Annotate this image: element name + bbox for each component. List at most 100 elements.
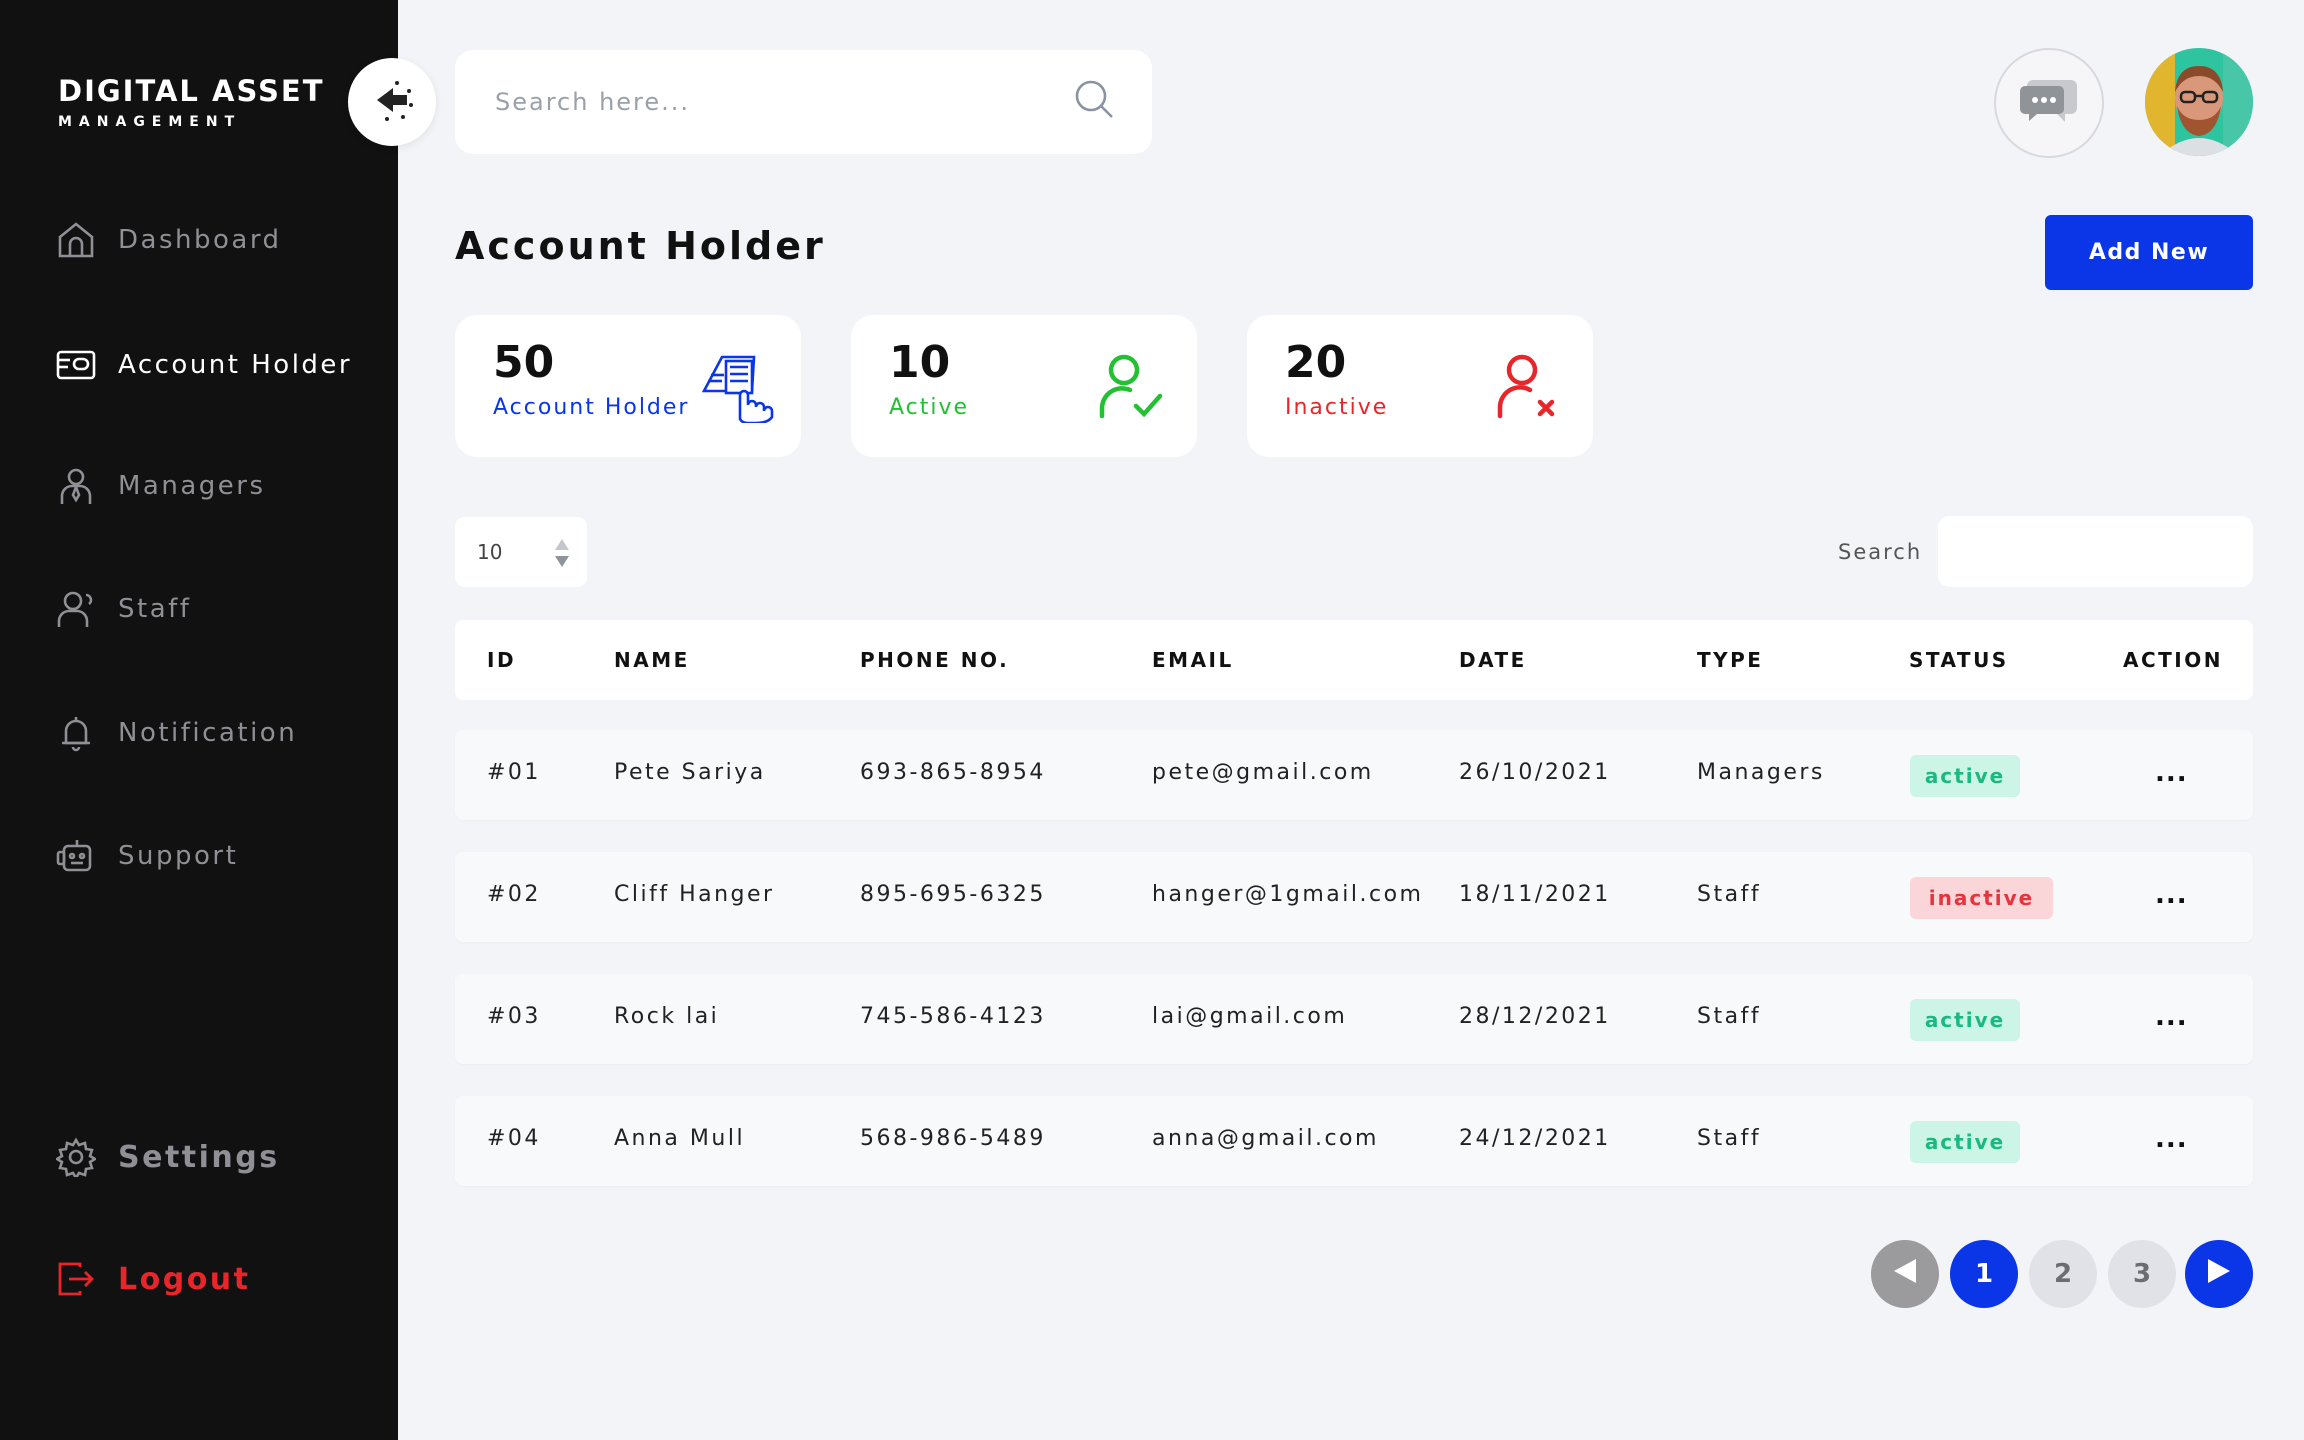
cell-type: Staff [1697, 882, 1762, 907]
brand-subtitle: MANAGEMENT [58, 114, 242, 130]
global-search [455, 50, 1152, 154]
table-row[interactable]: #01 Pete Sariya 693-865-8954 pete@gmail.… [455, 730, 2253, 820]
sidebar-item-staff[interactable]: Staff [56, 589, 191, 629]
cell-type: Staff [1697, 1004, 1762, 1029]
arrow-left-icon [1892, 1257, 1918, 1292]
status-badge: inactive [1910, 877, 2053, 919]
sidebar-item-account-holder[interactable]: Account Holder [56, 345, 352, 385]
logout-icon [56, 1259, 96, 1299]
brand-title: DIGITAL ASSET [58, 74, 325, 108]
cell-date: 28/12/2021 [1459, 1004, 1611, 1029]
card-icon [56, 345, 96, 385]
column-header-email[interactable]: EMAIL [1152, 648, 1234, 672]
status-badge: active [1910, 999, 2020, 1041]
cell-email: hanger@1gmail.com [1152, 882, 1424, 907]
cell-email: pete@gmail.com [1152, 760, 1374, 785]
stat-value: 10 [889, 337, 951, 388]
sidebar-item-dashboard[interactable]: Dashboard [56, 220, 282, 260]
cell-email: lai@gmail.com [1152, 1004, 1348, 1029]
table-header: ID NAME PHONE NO. EMAIL DATE TYPE STATUS… [455, 620, 2253, 700]
chat-icon [2019, 74, 2079, 132]
logout-label: Logout [118, 1261, 251, 1297]
select-arrows-icon [553, 537, 571, 574]
settings-label: Settings [118, 1139, 280, 1175]
manager-icon [56, 466, 96, 506]
search-input[interactable] [495, 88, 1074, 116]
page-button-3[interactable]: 3 [2108, 1240, 2176, 1308]
cell-type: Staff [1697, 1126, 1762, 1151]
table-row[interactable]: #03 Rock lai 745-586-4123 lai@gmail.com … [455, 974, 2253, 1064]
brand-logo: DIGITAL ASSET MANAGEMENT [58, 74, 325, 130]
stat-card-account-holder[interactable]: 50 Account Holder [455, 315, 801, 457]
sidebar-item-label: Managers [118, 471, 266, 501]
cell-date: 24/12/2021 [1459, 1126, 1611, 1151]
sidebar-item-support[interactable]: Support [56, 836, 238, 876]
sidebar-item-label: Notification [118, 718, 298, 748]
sidebar-item-label: Account Holder [118, 350, 353, 380]
row-action-menu[interactable]: ... [2155, 880, 2188, 910]
status-badge: active [1910, 755, 2020, 797]
table-row[interactable]: #02 Cliff Hanger 895-695-6325 hanger@1gm… [455, 852, 2253, 942]
user-x-icon [1487, 347, 1567, 427]
cell-id: #04 [487, 1126, 541, 1151]
page-button-2[interactable]: 2 [2029, 1240, 2097, 1308]
account-holder-icon [695, 347, 775, 427]
sidebar-toggle-button[interactable] [348, 58, 436, 146]
row-action-menu[interactable]: ... [2155, 1124, 2188, 1154]
staff-icon [56, 589, 96, 629]
avatar[interactable] [2145, 48, 2253, 156]
column-header-action[interactable]: ACTION [2123, 648, 2223, 672]
sidebar-item-label: Staff [118, 594, 192, 624]
table-row[interactable]: #04 Anna Mull 568-986-5489 anna@gmail.co… [455, 1096, 2253, 1186]
add-new-button[interactable]: Add New [2045, 215, 2253, 290]
sidebar-item-managers[interactable]: Managers [56, 466, 266, 506]
cell-type: Managers [1697, 760, 1825, 785]
sidebar: DIGITAL ASSET MANAGEMENT Dashboard Accou… [0, 0, 398, 1440]
chat-button[interactable] [1994, 48, 2104, 158]
column-header-date[interactable]: DATE [1459, 648, 1527, 672]
sidebar-item-label: Support [118, 841, 239, 871]
cell-name: Anna Mull [614, 1126, 746, 1151]
table-search-label: Search [1838, 540, 1923, 564]
cell-email: anna@gmail.com [1152, 1126, 1379, 1151]
column-header-name[interactable]: NAME [614, 648, 690, 672]
cell-date: 26/10/2021 [1459, 760, 1611, 785]
column-header-type[interactable]: TYPE [1697, 648, 1763, 672]
page-title: Account Holder [455, 224, 826, 268]
cell-phone: 693-865-8954 [860, 760, 1046, 785]
cell-id: #02 [487, 882, 541, 907]
row-action-menu[interactable]: ... [2155, 758, 2188, 788]
column-header-phone[interactable]: PHONE NO. [860, 648, 1009, 672]
prev-page-button[interactable] [1871, 1240, 1939, 1308]
next-page-button[interactable] [2185, 1240, 2253, 1308]
page-button-1[interactable]: 1 [1950, 1240, 2018, 1308]
stat-card-active[interactable]: 10 Active [851, 315, 1197, 457]
cell-name: Cliff Hanger [614, 882, 775, 907]
stat-label: Account Holder [493, 395, 690, 420]
page-length-value: 10 [477, 540, 503, 564]
row-action-menu[interactable]: ... [2155, 1002, 2188, 1032]
stat-label: Active [889, 395, 970, 420]
stat-value: 50 [493, 337, 555, 388]
home-icon [56, 220, 96, 260]
sidebar-item-settings[interactable]: Settings [56, 1137, 280, 1177]
column-header-id[interactable]: ID [487, 648, 516, 672]
column-header-status[interactable]: STATUS [1909, 648, 2009, 672]
cell-name: Pete Sariya [614, 760, 766, 785]
cell-id: #01 [487, 760, 541, 785]
user-check-icon [1091, 347, 1171, 427]
support-icon [56, 836, 96, 876]
cell-phone: 745-586-4123 [860, 1004, 1046, 1029]
stat-value: 20 [1285, 337, 1347, 388]
sidebar-item-notification[interactable]: Notification [56, 713, 297, 753]
stat-label: Inactive [1285, 395, 1389, 420]
page-length-select[interactable]: 10 [455, 517, 587, 587]
cell-id: #03 [487, 1004, 541, 1029]
cell-phone: 568-986-5489 [860, 1126, 1046, 1151]
search-icon[interactable] [1074, 79, 1116, 125]
stat-card-inactive[interactable]: 20 Inactive [1247, 315, 1593, 457]
logout-button[interactable]: Logout [56, 1259, 251, 1299]
collapse-arrow-icon [367, 75, 417, 129]
table-search-input[interactable] [1938, 516, 2253, 587]
status-badge: active [1910, 1121, 2020, 1163]
